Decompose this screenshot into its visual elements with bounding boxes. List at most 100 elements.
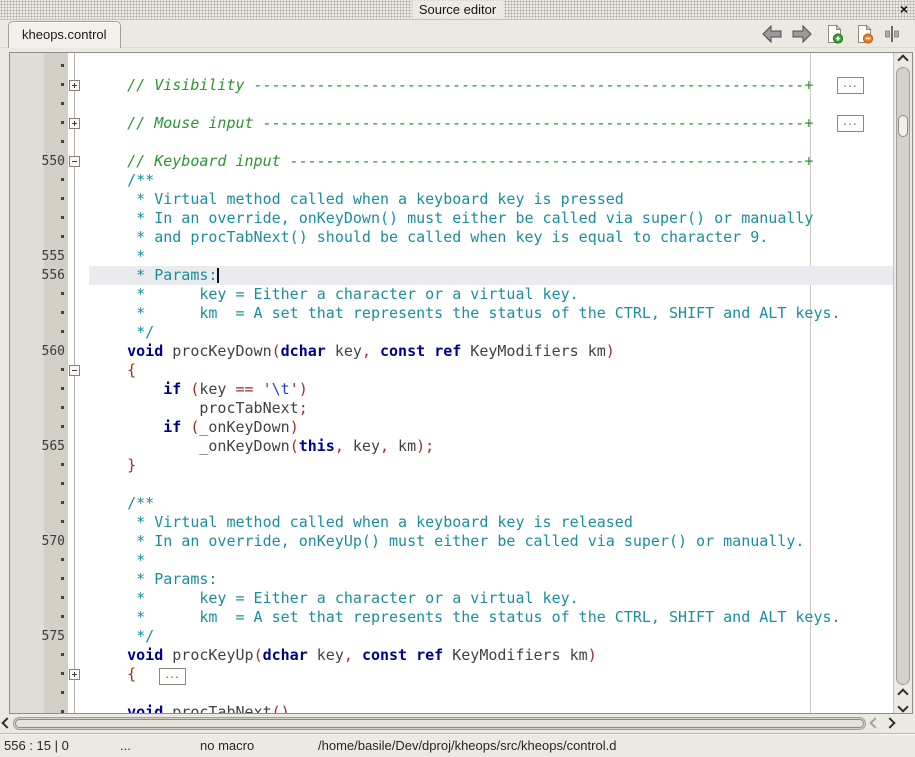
gutter-cell[interactable] [10,76,67,95]
code-text[interactable]: void procKeyDown(dchar key, const ref Ke… [91,342,615,361]
gutter-cell[interactable] [10,380,67,399]
gutter-cell[interactable]: 556 [10,266,67,285]
code-line[interactable]: void procTabNext() [10,703,894,713]
code-text[interactable]: * key = Either a character or a virtual … [91,589,579,608]
code-line[interactable] [10,133,894,152]
code-line[interactable]: * km = A set that represents the status … [10,304,894,323]
code-text[interactable]: if (_onKeyDown) [91,418,299,437]
vertical-scroll-thumb[interactable] [898,115,908,137]
code-line[interactable]: {... [10,665,894,684]
gutter-cell[interactable] [10,57,67,76]
code-line[interactable] [10,95,894,114]
code-line[interactable]: /** [10,171,894,190]
code-line[interactable]: * In an override, onKeyDown() must eithe… [10,209,894,228]
scroll-left-button-secondary[interactable] [868,716,881,731]
scroll-up-button[interactable] [894,53,912,66]
code-line[interactable]: * Virtual method called when a keyboard … [10,513,894,532]
code-line[interactable]: void procKeyUp(dchar key, const ref KeyM… [10,646,894,665]
code-line[interactable]: * [10,551,894,570]
gutter-cell[interactable] [10,304,67,323]
code-line[interactable]: 560 void procKeyDown(dchar key, const re… [10,342,894,361]
code-line[interactable]: // Mouse input -------------------------… [10,114,894,133]
code-line[interactable]: * key = Either a character or a virtual … [10,285,894,304]
dock-header[interactable]: Source editor × [0,0,915,20]
gutter-cell[interactable]: 575 [10,627,67,646]
code-text[interactable]: * km = A set that represents the status … [91,304,841,323]
gutter-cell[interactable] [10,684,67,703]
code-line[interactable]: 555 * [10,247,894,266]
gutter-cell[interactable] [10,475,67,494]
gutter-cell[interactable] [10,703,67,713]
code-text[interactable]: * Virtual method called when a keyboard … [91,513,633,532]
code-text[interactable]: */ [91,323,154,342]
new-document-button[interactable] [824,24,846,44]
fold-expand-icon[interactable] [69,669,80,680]
code-line[interactable]: 550 // Keyboard input ------------------… [10,152,894,171]
horizontal-scroll-thumb[interactable] [15,719,864,728]
gutter-cell[interactable] [10,95,67,114]
fold-collapse-icon[interactable] [69,365,80,376]
folded-code-ellipsis[interactable]: ... [837,115,864,132]
gutter-cell[interactable] [10,418,67,437]
fold-expand-icon[interactable] [69,80,80,91]
code-text[interactable]: _onKeyDown(this, key, km); [91,437,434,456]
gutter-cell[interactable] [10,646,67,665]
code-text[interactable]: * Params: [91,570,217,589]
gutter-cell[interactable]: 560 [10,342,67,361]
code-line[interactable]: procTabNext; [10,399,894,418]
code-text[interactable]: * In an override, onKeyDown() must eithe… [91,209,813,228]
code-text[interactable]: * key = Either a character or a virtual … [91,285,579,304]
code-line[interactable]: * and procTabNext() should be called whe… [10,228,894,247]
tab-kheops-control[interactable]: kheops.control [8,21,121,48]
gutter-cell[interactable] [10,171,67,190]
code-text[interactable]: {... [91,665,186,684]
code-text[interactable]: /** [91,494,154,513]
fold-collapse-icon[interactable] [69,156,80,167]
gutter-cell[interactable] [10,456,67,475]
code-line[interactable]: * Virtual method called when a keyboard … [10,190,894,209]
code-text[interactable]: * [91,247,145,266]
gutter-cell[interactable]: 550 [10,152,67,171]
gutter-cell[interactable] [10,209,67,228]
code-line[interactable]: { [10,361,894,380]
gutter-cell[interactable] [10,190,67,209]
code-line[interactable] [10,57,894,76]
horizontal-scroll-track[interactable] [13,717,866,730]
folded-code-ellipsis[interactable]: ... [837,77,864,94]
code-text[interactable]: * In an override, onKeyUp() must either … [91,532,804,551]
gutter-cell[interactable] [10,589,67,608]
gutter-cell[interactable] [10,285,67,304]
code-text[interactable]: if (key == '\t') [91,380,308,399]
gutter-cell[interactable]: 555 [10,247,67,266]
code-text[interactable]: // Mouse input -------------------------… [91,114,813,133]
gutter-cell[interactable]: 565 [10,437,67,456]
code-text[interactable]: void procKeyUp(dchar key, const ref KeyM… [91,646,597,665]
code-text[interactable]: * Virtual method called when a keyboard … [91,190,624,209]
gutter-cell[interactable] [10,133,67,152]
scroll-right-button[interactable] [883,716,896,731]
code-line[interactable] [10,475,894,494]
scroll-left-button[interactable] [0,716,13,731]
folded-code-ellipsis[interactable]: ... [159,668,186,685]
code-editor[interactable]: // Visibility --------------------------… [9,52,913,714]
code-line[interactable]: // Visibility --------------------------… [10,76,894,95]
vertical-scroll-track[interactable] [896,67,910,685]
gutter-cell[interactable] [10,665,67,684]
gutter-cell[interactable] [10,399,67,418]
scroll-down-button[interactable] [894,700,912,713]
code-line[interactable]: 575 */ [10,627,894,646]
scroll-up-button-secondary[interactable] [894,687,912,700]
code-text[interactable]: * and procTabNext() should be called whe… [91,228,768,247]
code-text[interactable]: } [91,456,136,475]
code-line[interactable]: * km = A set that represents the status … [10,608,894,627]
gutter-cell[interactable] [10,361,67,380]
code-text[interactable]: * Params: [91,266,219,285]
close-document-button[interactable] [854,24,876,44]
gutter-cell[interactable]: 570 [10,532,67,551]
code-text[interactable]: /** [91,171,154,190]
code-line[interactable]: * Params: [10,570,894,589]
close-icon[interactable]: × [897,0,911,18]
code-text[interactable]: void procTabNext() [91,703,290,713]
code-text[interactable]: * km = A set that represents the status … [91,608,841,627]
code-line[interactable]: if (key == '\t') [10,380,894,399]
